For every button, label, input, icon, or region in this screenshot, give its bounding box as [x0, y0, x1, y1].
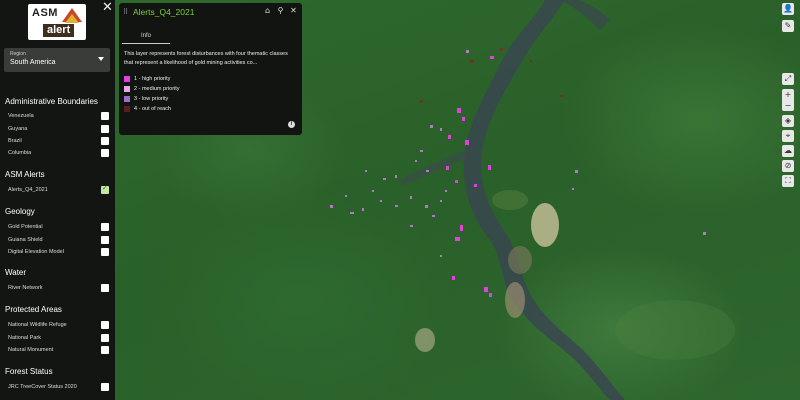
logo-text: ASM	[32, 7, 58, 19]
layer-label: Columbia	[8, 150, 32, 156]
logo-alert-text: alert	[43, 24, 75, 37]
layer-label: Brazil	[8, 138, 22, 144]
layer-row-gold-potential[interactable]: Gold Potential	[8, 223, 109, 233]
drag-handle-icon[interactable]: ⠿	[123, 8, 128, 16]
app-logo[interactable]: ASM alert	[28, 4, 86, 40]
layer-checkbox-venezuela[interactable]	[101, 112, 109, 120]
layer-checkbox-columbia[interactable]	[101, 149, 109, 157]
layer-checkbox-digital-elevation-model[interactable]	[101, 248, 109, 256]
layer-row-river-network[interactable]: River Network	[8, 284, 109, 294]
close-sidebar-icon[interactable]: ✕	[102, 0, 113, 13]
layer-row-digital-elevation-model[interactable]: Digital Elevation Model	[8, 248, 109, 258]
layer-label: National Wildlife Refuge	[8, 322, 67, 328]
user-icon[interactable]: 👤	[782, 3, 794, 15]
layer-label: River Network	[8, 285, 43, 291]
layer-checkbox-natural-monument[interactable]	[101, 346, 109, 354]
layer-row-natural-monument[interactable]: Natural Monument	[8, 346, 109, 356]
legend-swatch	[124, 86, 130, 92]
info-icon[interactable]: i	[288, 121, 295, 128]
section-title-geology: Geology	[5, 207, 35, 216]
layer-row-columbia[interactable]: Columbia	[8, 149, 109, 159]
layer-checkbox-brazil[interactable]	[101, 137, 109, 145]
section-title-protected-areas: Protected Areas	[5, 305, 62, 314]
tab-info[interactable]: Info	[122, 30, 170, 44]
section-title-water: Water	[5, 268, 27, 277]
zoom-out-icon[interactable]: −	[782, 100, 794, 111]
legend-item: 3 - low priority	[124, 95, 244, 105]
legend-swatch	[124, 96, 130, 102]
legend-label: 4 - out of reach	[134, 106, 171, 112]
block-icon[interactable]: ⊘	[782, 160, 794, 172]
zoom-to-layer-icon[interactable]: ⚲	[276, 6, 285, 15]
layers-icon[interactable]: ◈	[782, 115, 794, 127]
layer-label: National Park	[8, 335, 42, 341]
layer-row-alerts-q4-2021[interactable]: Alerts_Q4_2021	[8, 184, 109, 196]
legend-label: 1 - high priority	[134, 76, 171, 82]
legend: 1 - high priority 2 - medium priority 3 …	[124, 75, 244, 115]
legend-item: 4 - out of reach	[124, 105, 244, 115]
layer-checkbox-national-park[interactable]	[101, 334, 109, 342]
layer-description: This layer represents forest disturbance…	[124, 51, 288, 66]
legend-swatch	[124, 106, 130, 112]
chevron-down-icon	[98, 57, 104, 61]
section-title-forest-status: Forest Status	[5, 367, 53, 376]
layer-row-venezuela[interactable]: Venezuela	[8, 112, 109, 122]
region-select-value: South America	[10, 59, 56, 66]
layer-checkbox-river-network[interactable]	[101, 284, 109, 292]
layer-row-guiana-shield[interactable]: Guiana Shield	[8, 236, 109, 246]
layer-label: Venezuela	[8, 113, 34, 119]
sidebar: ASM alert ✕ Region South America Adminis…	[0, 0, 115, 400]
layer-label: Natural Monument	[8, 347, 54, 353]
legend-item: 1 - high priority	[124, 75, 244, 85]
layer-label: Gold Potential	[8, 224, 43, 230]
location-icon[interactable]: ⌖	[782, 130, 794, 142]
zoom-control: + −	[782, 89, 794, 111]
crop-icon[interactable]: ⛶	[782, 175, 794, 187]
panel-title: Alerts_Q4_2021	[133, 7, 195, 17]
layer-label: Digital Elevation Model	[8, 249, 64, 255]
edit-icon[interactable]: ✎	[782, 20, 794, 32]
legend-swatch	[124, 76, 130, 82]
cloud-upload-icon[interactable]: ☁	[782, 145, 794, 157]
layer-row-brazil[interactable]: Brazil	[8, 137, 109, 147]
layer-label: Alerts_Q4_2021	[8, 187, 48, 193]
legend-label: 2 - medium priority	[134, 86, 180, 92]
home-icon[interactable]: ⌂	[263, 6, 272, 15]
section-title-administrative-boundaries: Administrative Boundaries	[5, 97, 98, 106]
region-select-label: Region	[10, 51, 26, 57]
layer-checkbox-guyana[interactable]	[101, 125, 109, 133]
legend-label: 3 - low priority	[134, 96, 169, 102]
legend-item: 2 - medium priority	[124, 85, 244, 95]
layer-label: JRC TreeCover Status 2020	[8, 384, 77, 390]
layer-row-guyana[interactable]: Guyana	[8, 125, 109, 135]
region-select[interactable]: Region South America	[4, 48, 110, 72]
layer-checkbox-national-wildlife-refuge[interactable]	[101, 321, 109, 329]
logo-mountain-accent-icon	[65, 14, 79, 23]
layer-checkbox-gold-potential[interactable]	[101, 223, 109, 231]
section-title-asm-alerts: ASM Alerts	[5, 170, 45, 179]
fullscreen-icon[interactable]: ⤢	[782, 73, 794, 85]
layer-row-national-wildlife-refuge[interactable]: National Wildlife Refuge	[8, 321, 109, 331]
layer-row-jrc-treecover-status-2020[interactable]: JRC TreeCover Status 2020	[8, 383, 109, 393]
panel-actions: ⌂ ⚲ ✕	[263, 6, 298, 15]
layer-row-national-park[interactable]: National Park	[8, 334, 109, 344]
close-icon[interactable]: ✕	[289, 6, 298, 15]
layer-label: Guyana	[8, 126, 28, 132]
layer-checkbox-alerts-q4-2021[interactable]	[101, 184, 109, 194]
zoom-in-icon[interactable]: +	[782, 89, 794, 100]
layer-info-panel: ⠿ Alerts_Q4_2021 ⌂ ⚲ ✕ Info This layer r…	[119, 3, 302, 135]
layer-checkbox-jrc-treecover-status-2020[interactable]	[101, 383, 109, 391]
layer-checkbox-guiana-shield[interactable]	[101, 236, 109, 244]
layer-label: Guiana Shield	[8, 237, 43, 243]
